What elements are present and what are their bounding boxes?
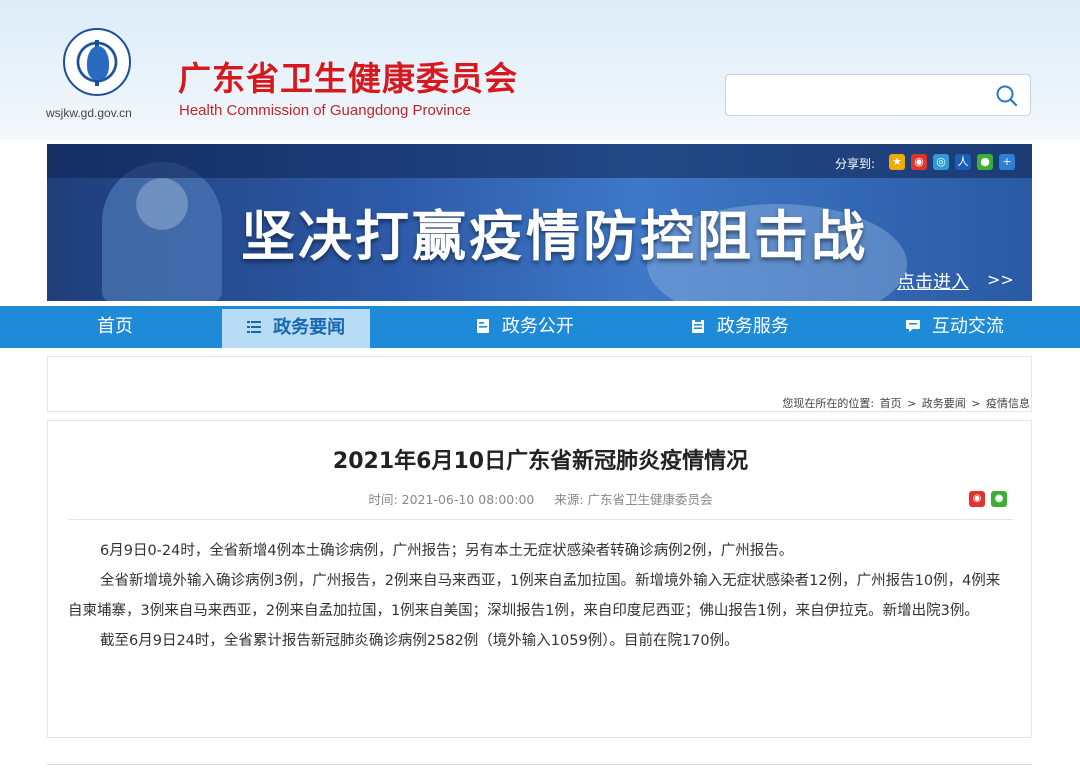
nav-item-open-gov[interactable]: 政务公开 <box>445 306 605 348</box>
footer-divider <box>47 764 1032 765</box>
article-paragraph: 全省新增境外输入确诊病例3例，广州报告，2例来自马来西亚，1例来自孟加拉国。新增… <box>68 573 1001 619</box>
campaign-banner[interactable]: 分享到: ★ ◉ ◎ 人 ● + 坚决打赢疫情防控阻击战 点击进入 >> <box>47 144 1032 301</box>
more-share-icon[interactable]: + <box>999 154 1015 170</box>
nav-item-services[interactable]: 政务服务 <box>660 306 820 348</box>
article-paragraph: 截至6月9日24时，全省累计报告新冠肺炎确诊病例2582例（境外输入1059例）… <box>100 633 739 649</box>
nav-item-label: 政务服务 <box>716 316 789 337</box>
site-url: wsjkw.gd.gov.cn <box>46 106 132 120</box>
tencent-weibo-icon[interactable]: ◎ <box>933 154 949 170</box>
breadcrumb-item-news[interactable]: 政务要闻 <box>922 397 966 410</box>
search-box <box>725 74 1031 116</box>
nav-item-label: 政务要闻 <box>273 317 346 338</box>
breadcrumb-item-home[interactable]: 首页 <box>880 397 902 410</box>
nav-item-label: 首页 <box>97 316 133 337</box>
chat-icon <box>906 320 921 332</box>
share-label: 分享到: <box>835 157 876 171</box>
article-body: 6月9日0-24时，全省新增4例本土确诊病例，广州报告；另有本土无症状感染者转确… <box>68 536 1003 656</box>
article-time: 时间: 2021-06-10 08:00:00 <box>368 492 535 507</box>
main-nav: 首页 政务要闻 政务公开 政务服务 互动交流 <box>0 306 1080 348</box>
chevron-right-icon[interactable]: >> <box>987 270 1014 289</box>
banner-title: 坚决打赢疫情防控阻击战 <box>241 205 868 268</box>
article: 2021年6月10日广东省新冠肺炎疫情情况 时间: 2021-06-10 08:… <box>47 420 1032 738</box>
nav-item-home[interactable]: 首页 <box>60 306 170 348</box>
nav-item-label: 政务公开 <box>501 316 574 337</box>
enter-link[interactable]: 点击进入 <box>897 268 969 294</box>
article-title: 2021年6月10日广东省新冠肺炎疫情情况 <box>332 449 749 474</box>
nav-item-news[interactable]: 政务要闻 <box>222 309 370 348</box>
article-paragraph: 6月9日0-24时，全省新增4例本土确诊病例，广州报告；另有本土无症状感染者转确… <box>100 543 794 559</box>
breadcrumb: 您现在所在的位置: 首页 > 政务要闻 > 疫情信息 <box>781 395 1031 411</box>
breadcrumb-separator: > <box>971 397 981 410</box>
share-strip <box>47 144 1032 178</box>
nav-item-interaction[interactable]: 互动交流 <box>875 306 1035 348</box>
breadcrumb-panel: 您现在所在的位置: 首页 > 政务要闻 > 疫情信息 <box>47 356 1032 412</box>
wechat-icon[interactable]: ● <box>977 154 993 170</box>
document-icon <box>477 319 490 333</box>
breadcrumb-prefix: 您现在所在的位置: <box>782 397 875 410</box>
nav-item-label: 互动交流 <box>931 316 1004 337</box>
list-icon <box>246 321 261 333</box>
share-icons: ★ ◉ ◎ 人 ● + <box>889 154 1015 170</box>
site-title-cn[interactable]: 广东省卫生健康委员会 <box>178 52 518 100</box>
breadcrumb-item-epidemic[interactable]: 疫情信息 <box>986 397 1030 410</box>
site-header: wsjkw.gd.gov.cn 广东省卫生健康委员会 Health Commis… <box>0 0 1080 140</box>
commission-logo[interactable] <box>63 28 131 96</box>
article-share-icons: ◉ ● <box>969 491 1007 507</box>
article-source: 来源: 广东省卫生健康委员会 <box>554 492 713 507</box>
article-divider <box>68 519 1013 520</box>
wechat-icon[interactable]: ● <box>991 491 1007 507</box>
breadcrumb-separator: > <box>907 397 917 410</box>
renren-icon[interactable]: 人 <box>955 154 971 170</box>
site-title-en: Health Commission of Guangdong Province <box>179 102 471 119</box>
weibo-icon[interactable]: ◉ <box>911 154 927 170</box>
qzone-icon[interactable]: ★ <box>889 154 905 170</box>
article-meta: 时间: 2021-06-10 08:00:00 来源: 广东省卫生健康委员会 <box>48 489 1033 508</box>
search-input[interactable] <box>734 83 984 107</box>
medical-worker-image <box>102 162 222 301</box>
logo-emblem <box>87 46 109 80</box>
weibo-icon[interactable]: ◉ <box>969 491 985 507</box>
search-icon[interactable] <box>994 83 1020 109</box>
clipboard-icon <box>692 319 705 333</box>
